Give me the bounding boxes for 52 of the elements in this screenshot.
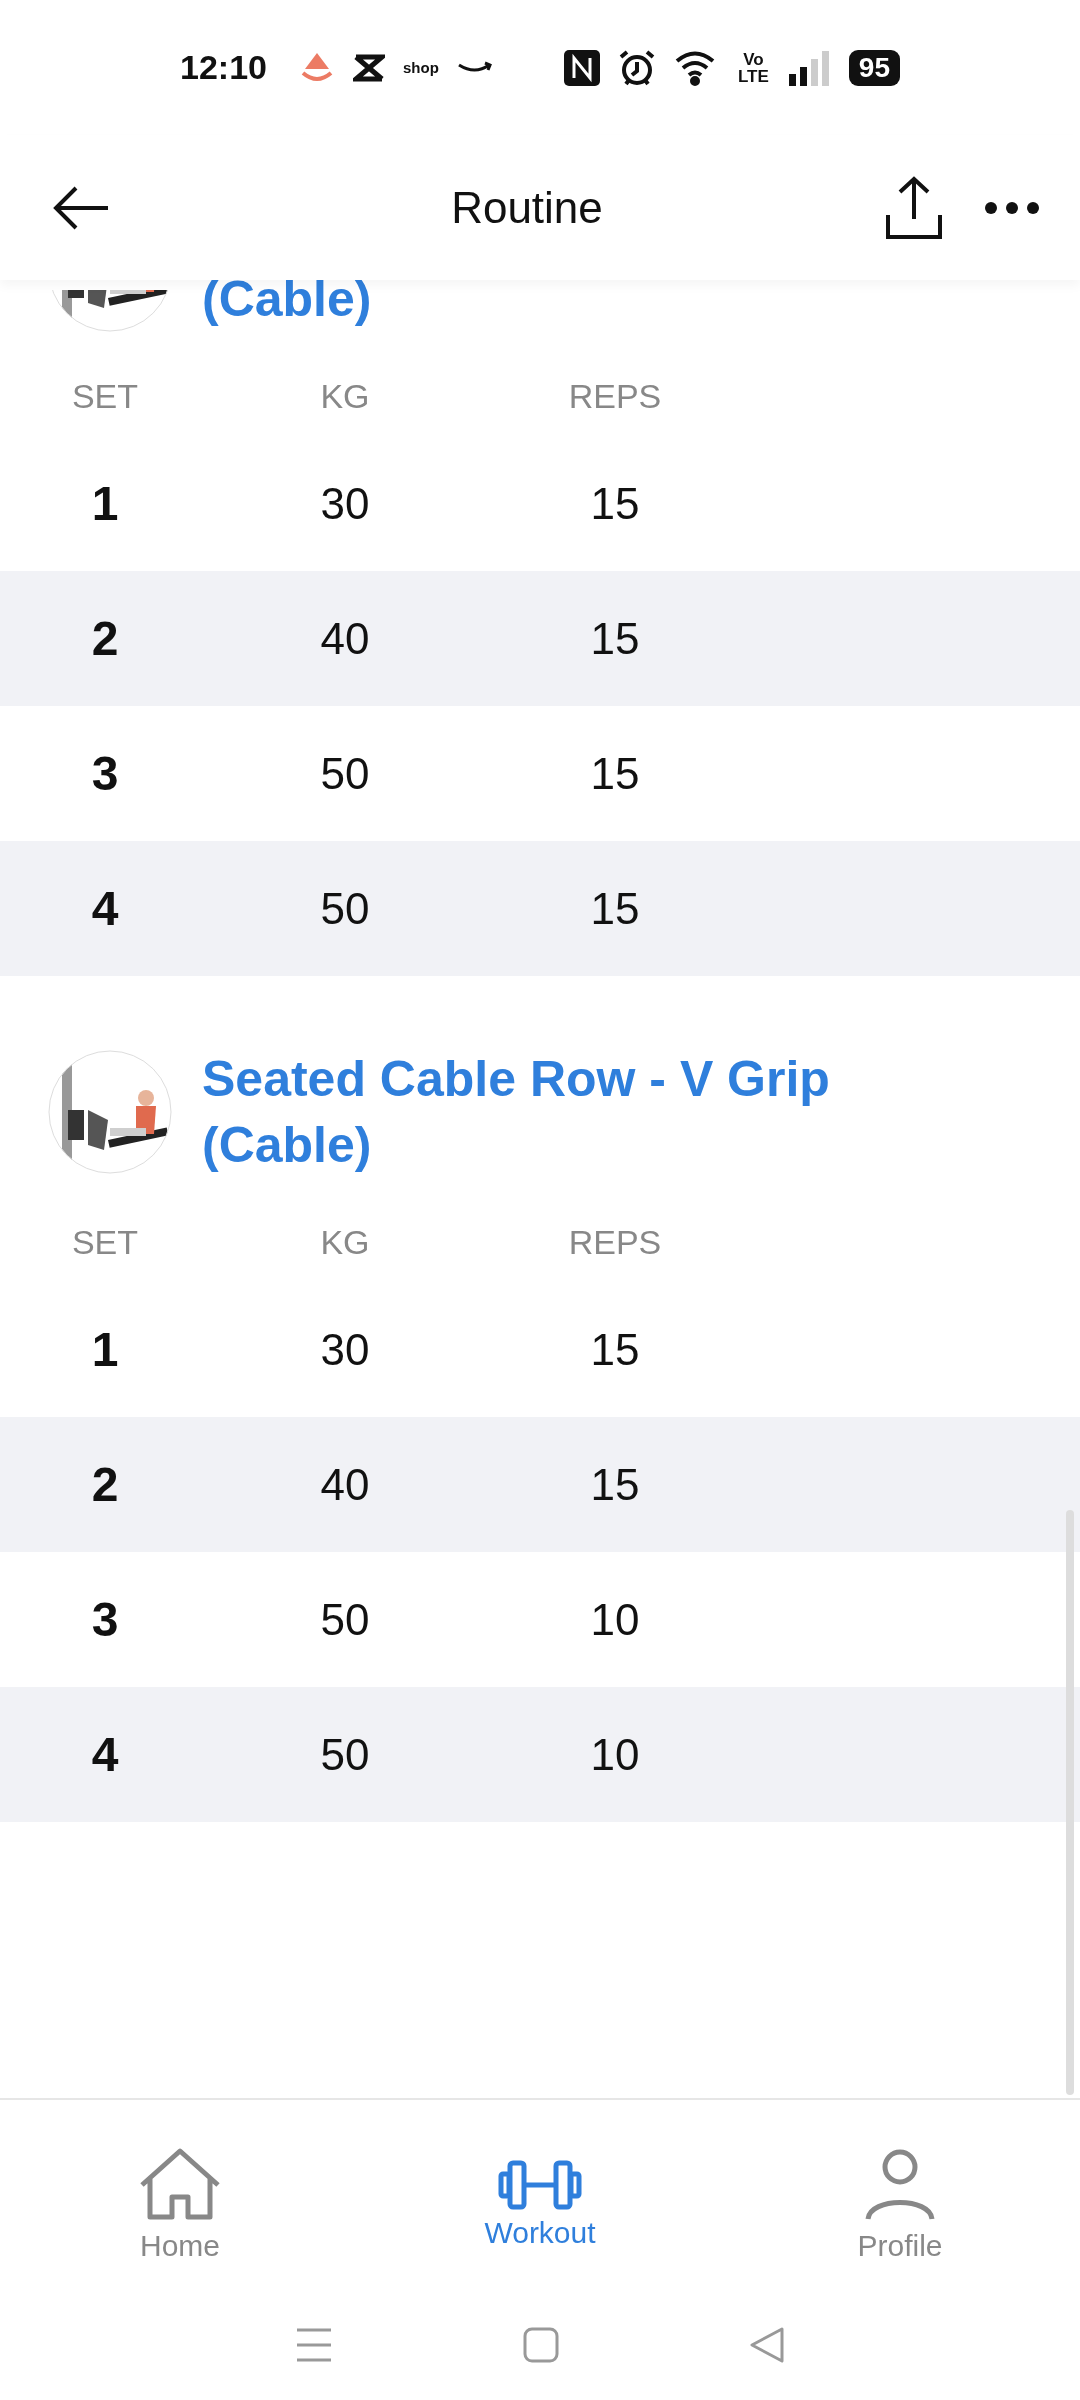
dumbbell-icon [498,2160,582,2210]
reps-value: 10 [590,1729,640,1780]
weight-value: 40 [320,613,370,664]
weight-value: 50 [320,883,370,934]
exercise-title[interactable]: (Cable) [202,280,372,332]
reps-value: 15 [590,478,640,529]
weight-value: 50 [320,1594,370,1645]
set-number: 3 [91,746,119,801]
set-number: 2 [91,1457,119,1512]
weight-value: 30 [320,478,370,529]
share-button[interactable] [884,174,944,241]
exercise-title[interactable]: Seated Cable Row - V Grip (Cable) [202,1046,982,1178]
nav-tab[interactable]: Profile [800,2146,1000,2264]
screen-title: Routine [450,182,604,233]
battery-level: 95 [848,49,900,86]
shop-label: shop [402,59,439,76]
nfc-icon [564,49,600,86]
reps-value: 15 [590,748,640,799]
set-number: 1 [91,1322,119,1377]
column-header: REPS [568,1222,662,1262]
home-button[interactable] [523,2327,559,2363]
column-header: KG [320,1222,370,1262]
reps-value: 15 [590,613,640,664]
reps-value: 10 [590,1594,640,1645]
weight-value: 30 [320,1324,370,1375]
home-icon [138,2147,222,2223]
menu-icon[interactable] [295,2327,333,2363]
volte-label: LTE [738,67,769,85]
set-number: 3 [91,1592,119,1647]
signal-icon [786,49,831,86]
column-header: KG [320,376,370,416]
more-button[interactable] [984,200,1040,215]
column-header: SET [71,1222,139,1262]
volte-label: Vo [743,50,764,68]
weight-value: 50 [320,748,370,799]
back-triangle-icon[interactable] [749,2327,785,2363]
weight-value: 50 [320,1729,370,1780]
set-number: 1 [91,476,119,531]
nav-tab[interactable]: Workout [440,2159,640,2251]
reps-value: 15 [590,1459,640,1510]
nav-tab[interactable]: Home [80,2146,280,2264]
column-header: SET [71,376,139,416]
set-number: 4 [91,881,119,936]
back-button[interactable] [52,185,110,230]
reps-value: 15 [590,1324,640,1375]
weight-value: 40 [320,1459,370,1510]
reps-value: 15 [590,883,640,934]
status-time: 12:10 [180,48,267,87]
column-header: REPS [568,376,662,416]
alarm-icon [618,48,656,87]
set-number: 2 [91,611,119,666]
set-number: 4 [91,1727,119,1782]
